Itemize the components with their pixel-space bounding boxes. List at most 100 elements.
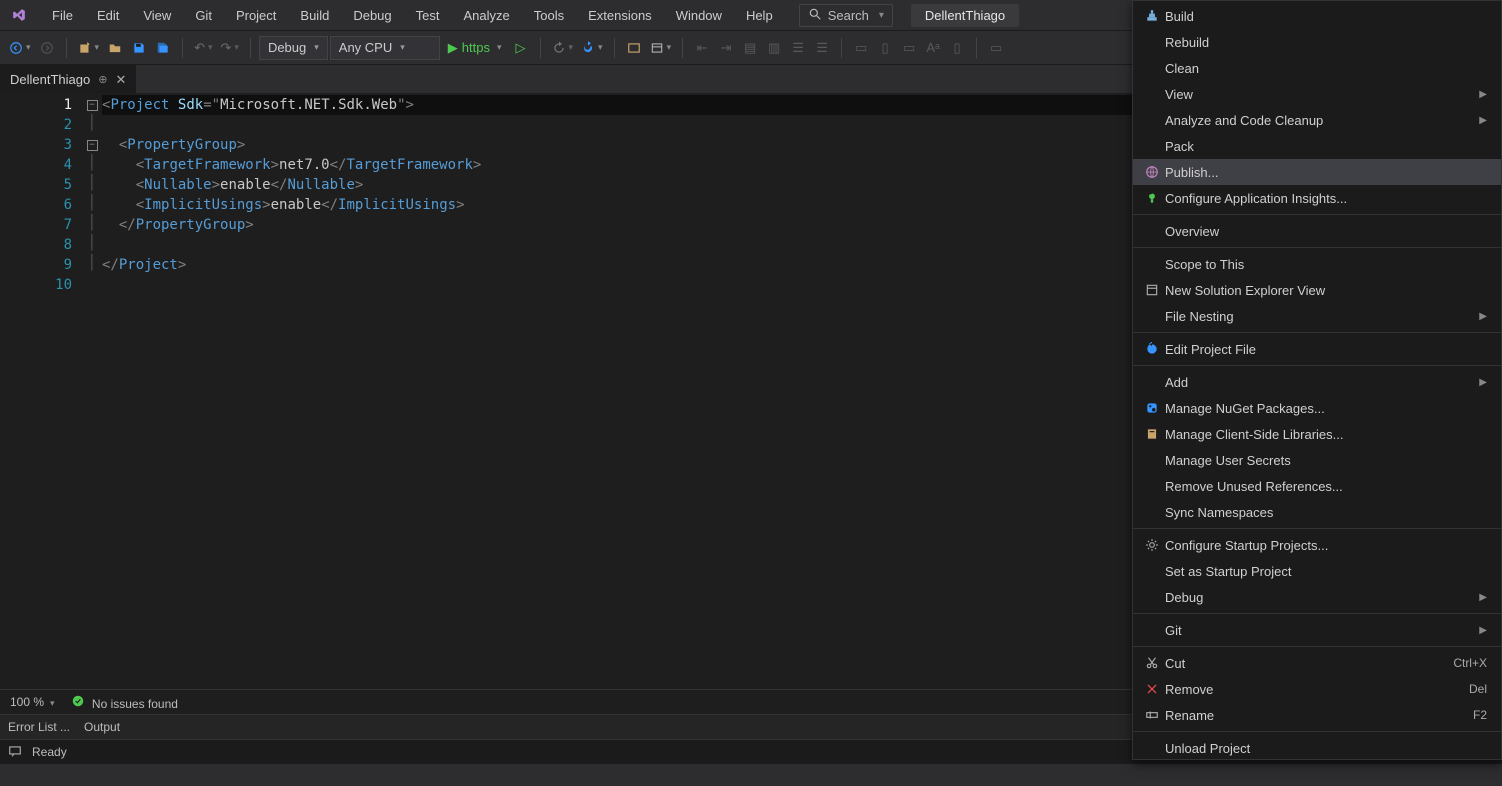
tb-misc-3[interactable]: ▭: [898, 37, 920, 59]
ctx-edit-project-file[interactable]: Edit Project File: [1133, 336, 1501, 362]
ctx-view[interactable]: View▶: [1133, 81, 1501, 107]
ctx-configure-application-insights[interactable]: +Configure Application Insights...: [1133, 185, 1501, 211]
tb-misc-5[interactable]: ▯: [946, 37, 968, 59]
ctx-new-solution-explorer-view[interactable]: New Solution Explorer View: [1133, 277, 1501, 303]
menu-tools[interactable]: Tools: [522, 4, 576, 27]
outdent-button[interactable]: ⇤: [691, 37, 713, 59]
uncomment-button[interactable]: ▥: [763, 37, 785, 59]
hot-reload-button[interactable]: [549, 37, 577, 59]
ctx-scope-to-this[interactable]: Scope to This: [1133, 251, 1501, 277]
close-icon[interactable]: ✕: [115, 72, 126, 88]
fold-cell[interactable]: −: [82, 93, 102, 113]
undo-button[interactable]: ↶: [191, 37, 215, 59]
start-debug-button[interactable]: ▶ https: [442, 37, 508, 59]
panel-tab-error-list[interactable]: Error List ...: [8, 720, 70, 734]
fold-toggle-icon[interactable]: −: [87, 100, 98, 111]
new-project-button[interactable]: [75, 37, 103, 59]
fold-cell[interactable]: │: [82, 173, 102, 193]
fold-cell[interactable]: │: [82, 153, 102, 173]
menu-file[interactable]: File: [40, 4, 85, 27]
tb-misc-2[interactable]: ▯: [874, 37, 896, 59]
nav-back-button[interactable]: [6, 37, 34, 59]
ctx-rename[interactable]: RenameF2: [1133, 702, 1501, 728]
redo-button[interactable]: ↷: [218, 37, 242, 59]
line-number: 2: [0, 115, 72, 135]
fold-toggle-icon[interactable]: −: [87, 140, 98, 151]
save-all-button[interactable]: [152, 37, 174, 59]
ctx-remove-unused-references[interactable]: Remove Unused References...: [1133, 473, 1501, 499]
ctx-publish[interactable]: Publish...: [1133, 159, 1501, 185]
ctx-overview[interactable]: Overview: [1133, 218, 1501, 244]
ctx-remove[interactable]: RemoveDel: [1133, 676, 1501, 702]
fold-cell[interactable]: −: [82, 133, 102, 153]
ctx-label: Manage Client-Side Libraries...: [1165, 427, 1487, 442]
toolbar-separator: [540, 38, 541, 58]
bookmark-button[interactable]: ☰: [787, 37, 809, 59]
menu-edit[interactable]: Edit: [85, 4, 131, 27]
fold-cell[interactable]: │: [82, 113, 102, 133]
menu-view[interactable]: View: [131, 4, 183, 27]
ctx-analyze-and-code-cleanup[interactable]: Analyze and Code Cleanup▶: [1133, 107, 1501, 133]
zoom-level[interactable]: 100 %▾: [10, 695, 55, 709]
save-button[interactable]: [128, 37, 150, 59]
ctx-cut[interactable]: CutCtrl+X: [1133, 650, 1501, 676]
indent-button[interactable]: ⇥: [715, 37, 737, 59]
solution-platform-combo[interactable]: Any CPU ▾: [330, 36, 440, 60]
fold-cell[interactable]: │: [82, 213, 102, 233]
nav-forward-button[interactable]: [36, 37, 58, 59]
fold-cell[interactable]: │: [82, 193, 102, 213]
tab-dellentthiago[interactable]: DellentThiago ⊕ ✕: [0, 65, 136, 93]
issues-indicator[interactable]: No issues found: [71, 694, 178, 711]
fold-cell[interactable]: │: [82, 253, 102, 273]
menu-extensions[interactable]: Extensions: [576, 4, 664, 27]
comment-button[interactable]: ▤: [739, 37, 761, 59]
menu-debug[interactable]: Debug: [341, 4, 403, 27]
ctx-label: Rename: [1165, 708, 1473, 723]
panel-tab-output[interactable]: Output: [84, 720, 120, 734]
ctx-unload-project[interactable]: Unload Project: [1133, 735, 1501, 760]
browser-link-button[interactable]: [623, 37, 645, 59]
start-nodebug-button[interactable]: ▷: [510, 37, 532, 59]
ctx-clean[interactable]: Clean: [1133, 55, 1501, 81]
ctx-manage-nuget-packages[interactable]: Manage NuGet Packages...: [1133, 395, 1501, 421]
context-menu-separator: [1133, 646, 1501, 647]
fold-cell[interactable]: │: [82, 233, 102, 253]
tb-misc-1[interactable]: ▭: [850, 37, 872, 59]
open-button[interactable]: [104, 37, 126, 59]
submenu-arrow-icon: ▶: [1479, 377, 1487, 388]
menu-build[interactable]: Build: [288, 4, 341, 27]
feedback-icon[interactable]: [8, 744, 22, 761]
ctx-build[interactable]: Build: [1133, 3, 1501, 29]
pin-icon[interactable]: ⊕: [98, 73, 107, 86]
ctx-manage-user-secrets[interactable]: Manage User Secrets: [1133, 447, 1501, 473]
project-title[interactable]: DellentThiago: [911, 4, 1019, 27]
menu-git[interactable]: Git: [183, 4, 224, 27]
ctx-rebuild[interactable]: Rebuild: [1133, 29, 1501, 55]
menu-analyze[interactable]: Analyze: [451, 4, 521, 27]
ctx-pack[interactable]: Pack: [1133, 133, 1501, 159]
ctx-set-as-startup-project[interactable]: Set as Startup Project: [1133, 558, 1501, 584]
ctx-manage-client-side-libraries[interactable]: Manage Client-Side Libraries...: [1133, 421, 1501, 447]
ctx-sync-namespaces[interactable]: Sync Namespaces: [1133, 499, 1501, 525]
ctx-add[interactable]: Add▶: [1133, 369, 1501, 395]
tb-misc-6[interactable]: ▭: [985, 37, 1007, 59]
tab-label: DellentThiago: [10, 72, 90, 87]
toolbar-separator: [614, 38, 615, 58]
vs-logo-icon: [8, 4, 30, 26]
menu-window[interactable]: Window: [664, 4, 734, 27]
refresh-button[interactable]: [578, 37, 606, 59]
tb-misc-4[interactable]: Aᵃ: [922, 37, 944, 59]
line-number: 4: [0, 155, 72, 175]
solution-config-combo[interactable]: Debug ▾: [259, 36, 328, 60]
line-number: 8: [0, 235, 72, 255]
ctx-git[interactable]: Git▶: [1133, 617, 1501, 643]
ctx-debug[interactable]: Debug▶: [1133, 584, 1501, 610]
menu-test[interactable]: Test: [404, 4, 452, 27]
window-layout-button[interactable]: [647, 37, 675, 59]
menu-help[interactable]: Help: [734, 4, 785, 27]
menu-project[interactable]: Project: [224, 4, 288, 27]
ctx-configure-startup-projects[interactable]: Configure Startup Projects...: [1133, 532, 1501, 558]
ctx-file-nesting[interactable]: File Nesting▶: [1133, 303, 1501, 329]
bookmark-prev-button[interactable]: ☰: [811, 37, 833, 59]
search-box[interactable]: Search ▾: [799, 4, 893, 27]
